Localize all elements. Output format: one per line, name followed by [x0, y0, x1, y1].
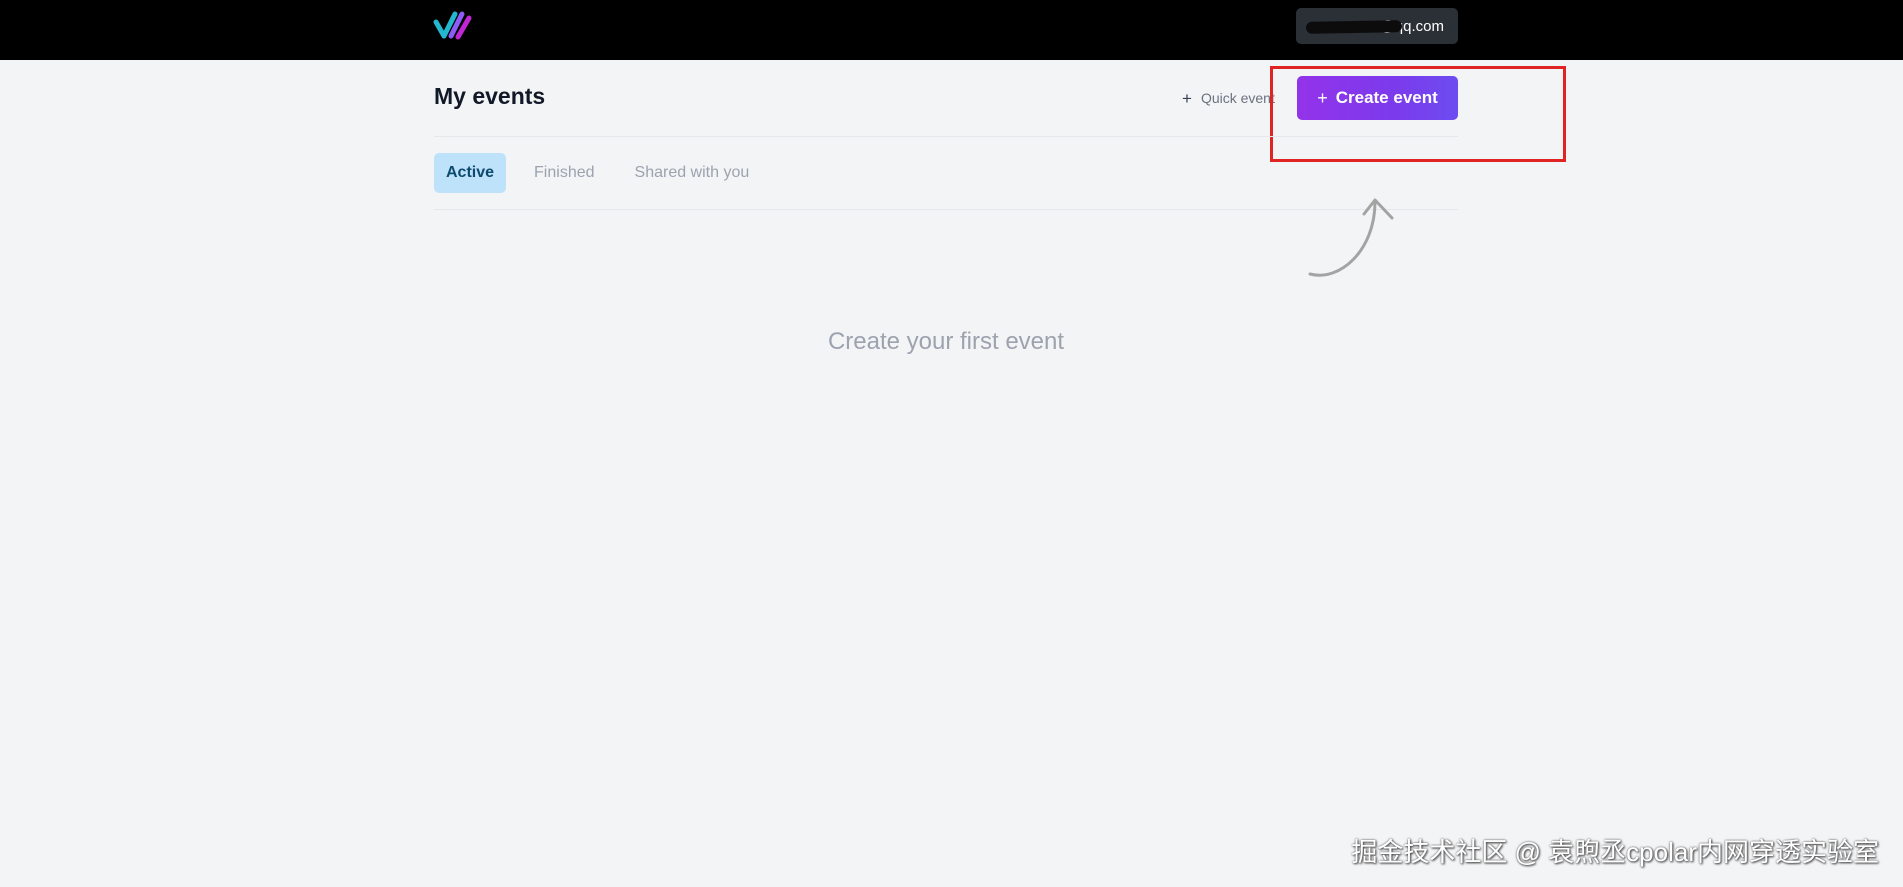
event-tabs: Active Finished Shared with you	[434, 153, 777, 193]
quick-event-label: Quick event	[1200, 90, 1275, 106]
redacted-email-mark	[1305, 20, 1403, 34]
empty-state-message: Create your first event	[827, 328, 1065, 355]
annotation-highlight-box	[1270, 66, 1566, 162]
tab-active[interactable]: Active	[434, 153, 507, 193]
tab-finished[interactable]: Finished	[522, 153, 606, 193]
tab-shared-with-you[interactable]: Shared with you	[623, 153, 762, 193]
header-divider	[434, 136, 1458, 137]
app-logo-icon[interactable]	[433, 8, 473, 42]
user-account-menu[interactable]: @qq.com	[1296, 8, 1458, 44]
quick-event-button[interactable]: + Quick event	[1182, 87, 1275, 109]
page-title: My events	[434, 83, 546, 109]
plus-icon: +	[1182, 88, 1192, 108]
top-bar: @qq.com	[0, 0, 1903, 60]
watermark-text: 掘金技术社区 @ 袁煦丞cpolar内网穿透实验室	[1351, 837, 1879, 867]
curved-arrow-icon	[1308, 198, 1394, 277]
